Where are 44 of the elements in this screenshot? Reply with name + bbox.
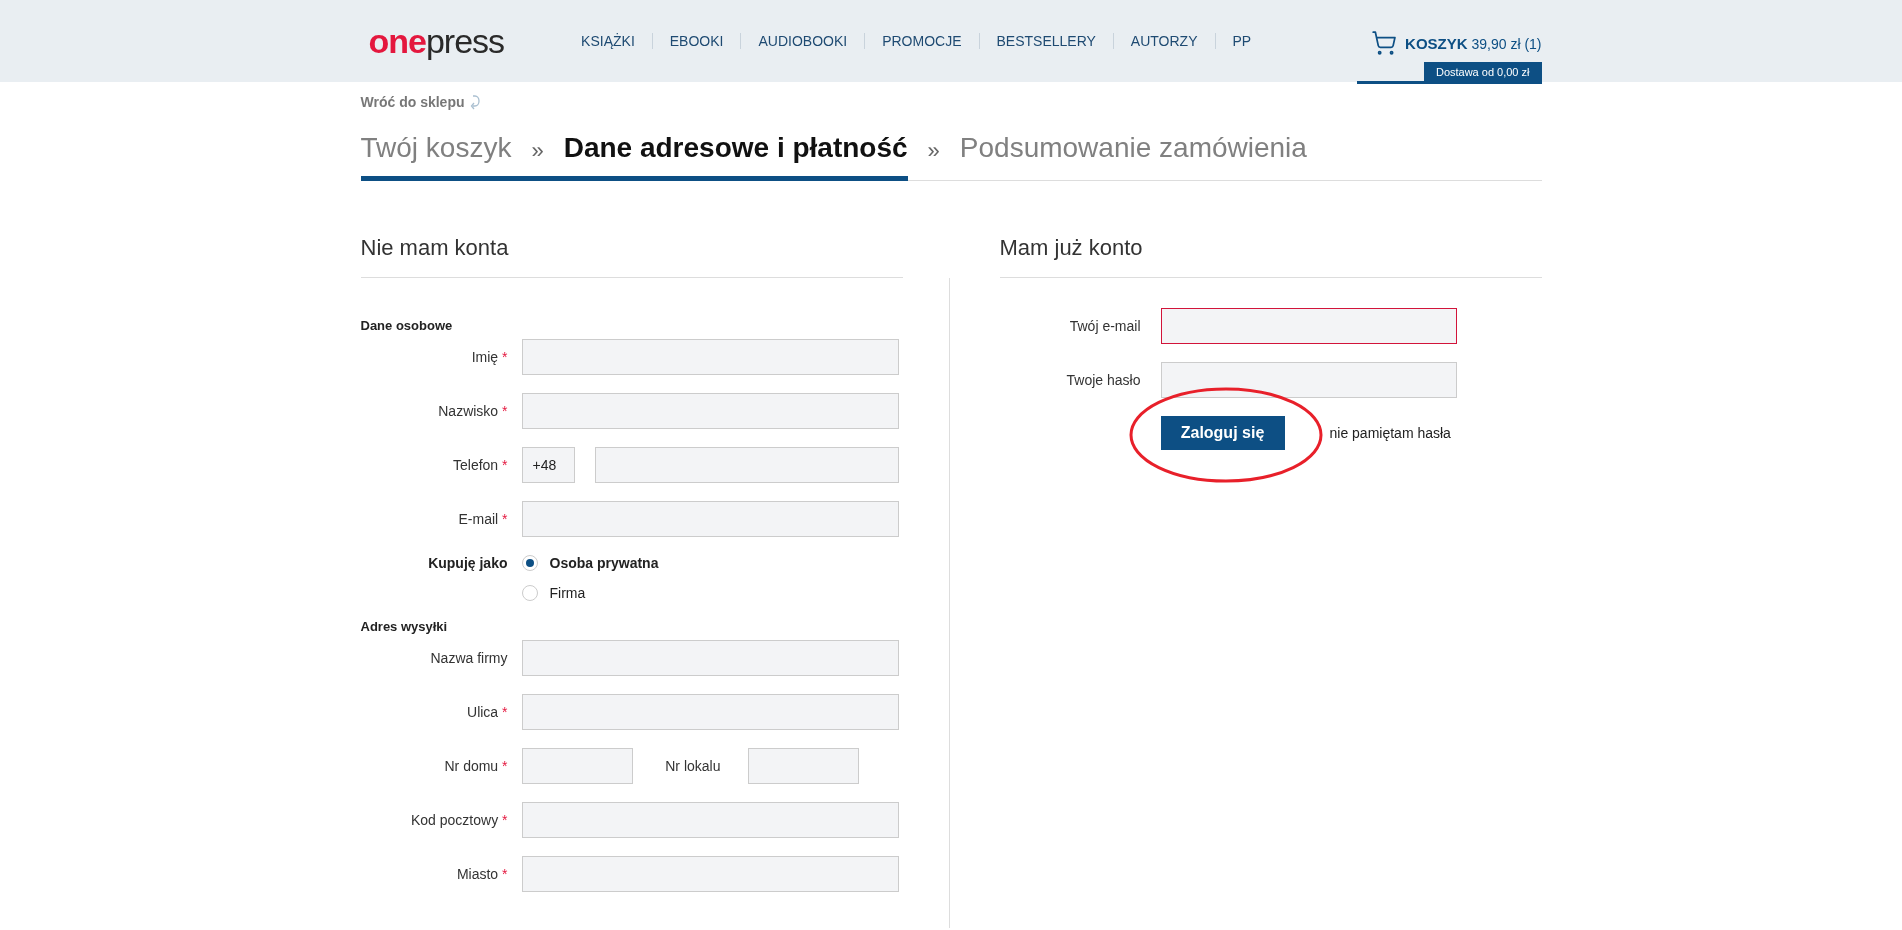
delivery-badge: Dostawa od 0,00 zł bbox=[1423, 62, 1542, 81]
field-label: Nr lokalu bbox=[664, 758, 721, 774]
field-label: Twoje hasło bbox=[1065, 372, 1141, 388]
checkout-step[interactable]: Podsumowanie zamówienia bbox=[959, 132, 1307, 181]
section-title: Mam już konto bbox=[999, 225, 1542, 278]
field-label: Nazwa firmy bbox=[429, 650, 508, 666]
nav-link[interactable]: PROMOCJE bbox=[864, 33, 979, 49]
nav-link[interactable]: EBOOKI bbox=[651, 33, 741, 49]
nav-link[interactable]: KSIĄŻKI bbox=[564, 33, 652, 49]
field-label: Nazwisko * bbox=[437, 403, 508, 419]
field-label: Kupuję jako bbox=[427, 555, 508, 571]
step-separator: » bbox=[926, 137, 941, 165]
radio-label: Firma bbox=[549, 585, 586, 601]
nav-link[interactable]: BESTSELLERY bbox=[978, 33, 1113, 49]
forgot-password-link[interactable]: nie pamiętam hasła bbox=[1329, 425, 1451, 441]
field-label: Kod pocztowy * bbox=[410, 812, 508, 828]
field-label: Telefon * bbox=[452, 457, 508, 473]
checkout-step[interactable]: Twój koszyk bbox=[360, 132, 512, 181]
step-separator: » bbox=[511, 132, 564, 181]
field-label: E-mail * bbox=[457, 511, 508, 527]
logo[interactable]: onepress bbox=[368, 24, 505, 58]
country-code-field[interactable]: +48 bbox=[521, 447, 575, 483]
radio-label: Osoba prywatna bbox=[549, 555, 659, 571]
checkout-step[interactable]: Dane adresowe i płatność bbox=[563, 132, 908, 181]
section-title: Nie mam konta bbox=[360, 225, 903, 278]
radio-button[interactable] bbox=[521, 555, 538, 571]
radio-button[interactable] bbox=[521, 585, 538, 601]
field-label: Ulica * bbox=[466, 704, 508, 720]
group-title: Dane osobowe bbox=[360, 318, 454, 333]
group-title: Adres wysyłki bbox=[360, 619, 449, 634]
field-label: Nr domu * bbox=[443, 758, 508, 774]
cart-link[interactable]: KOSZYK 39,90 zł (1) bbox=[1371, 30, 1542, 56]
nav-link[interactable]: AUTORZY bbox=[1112, 33, 1215, 49]
return-arrow-icon bbox=[470, 94, 481, 110]
cart-icon bbox=[1371, 30, 1398, 56]
field-label: Twój e-mail bbox=[1068, 318, 1141, 334]
phone-field[interactable] bbox=[594, 447, 899, 483]
field-label: Imię * bbox=[470, 349, 508, 365]
nav-link[interactable]: PP bbox=[1214, 33, 1269, 49]
back-link[interactable]: Wróć do sklepu bbox=[360, 94, 465, 110]
field-label: Miasto * bbox=[455, 866, 508, 882]
login-button[interactable]: Zaloguj się bbox=[1160, 416, 1285, 450]
input-field[interactable] bbox=[1160, 308, 1457, 344]
nav-link[interactable]: AUDIOBOOKI bbox=[740, 33, 865, 49]
